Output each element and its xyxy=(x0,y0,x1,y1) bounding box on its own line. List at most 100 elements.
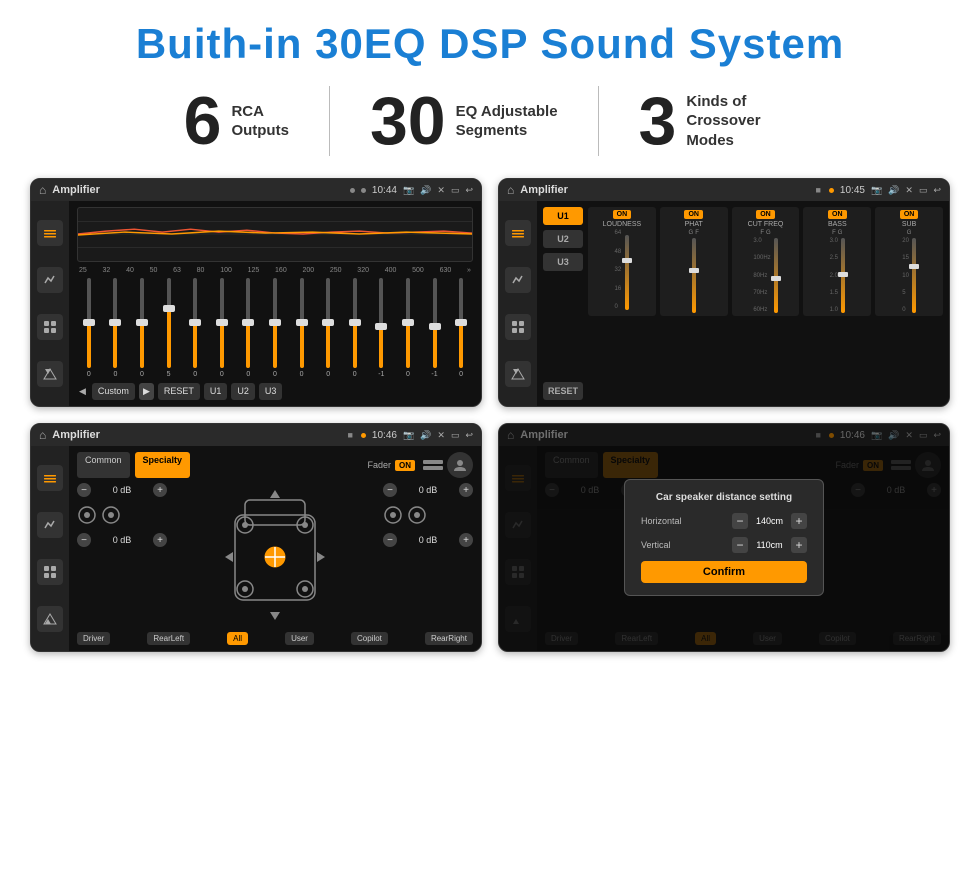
xo-on-sub[interactable]: ON xyxy=(900,210,919,219)
stat-crossover: 3 Kinds of Crossover Modes xyxy=(599,87,837,155)
fader-on-badge[interactable]: ON xyxy=(395,460,415,471)
eq-slider-9[interactable]: 0 xyxy=(316,278,340,378)
eq-slider-6[interactable]: 0 xyxy=(237,278,261,378)
fader-minus-1[interactable]: − xyxy=(77,483,91,497)
dialog-horizontal-value: 140cm xyxy=(752,516,787,526)
xo-on-phat[interactable]: ON xyxy=(684,210,703,219)
fader-tab-common[interactable]: Common xyxy=(77,452,130,478)
xo-reset-btn[interactable]: RESET xyxy=(543,382,583,400)
xo-slider-loudness[interactable] xyxy=(625,235,629,310)
xo-slider-sub[interactable] xyxy=(912,238,916,313)
eq-sidebar-btn-2[interactable] xyxy=(37,267,63,293)
eq-u3-btn[interactable]: U3 xyxy=(259,383,283,400)
eq-slider-7[interactable]: 0 xyxy=(263,278,287,378)
xo-sidebar-btn-4[interactable] xyxy=(505,361,531,387)
eq-slider-11[interactable]: -1 xyxy=(370,278,394,378)
eq-status-bar: ⌂ Amplifier 10:44 📷 🔊 ✕ ▭ ↩ xyxy=(31,179,481,201)
eq-slider-2[interactable]: 0 xyxy=(130,278,154,378)
dialog-vertical-row: Vertical − 110cm + xyxy=(641,537,807,553)
eq-reset-btn[interactable]: RESET xyxy=(158,383,200,400)
eq-app-name: Amplifier xyxy=(52,184,344,196)
dialog-horizontal-plus[interactable]: + xyxy=(791,513,807,529)
eq-cam-icon: 📷 xyxy=(403,185,414,196)
stats-row: 6 RCA Outputs 30 EQ Adjustable Segments … xyxy=(30,86,950,156)
eq-slider-3[interactable]: 5 xyxy=(157,278,181,378)
fader-val-1: 0 dB xyxy=(94,485,150,495)
xo-label-sub: SUB xyxy=(902,221,916,228)
eq-sidebar-btn-3[interactable] xyxy=(37,314,63,340)
fader-val-4: 0 dB xyxy=(400,535,456,545)
xo-u3-btn[interactable]: U3 xyxy=(543,253,583,271)
eq-sidebar-btn-1[interactable] xyxy=(37,220,63,246)
fader-user-btn[interactable]: User xyxy=(285,632,314,645)
fader-minus-2[interactable]: − xyxy=(77,533,91,547)
xo-sidebar-btn-2[interactable] xyxy=(505,267,531,293)
fader-plus-3[interactable]: + xyxy=(459,483,473,497)
fader-sidebar-btn-3[interactable] xyxy=(37,559,63,585)
dialog-horizontal-minus[interactable]: − xyxy=(732,513,748,529)
eq-slider-8[interactable]: 0 xyxy=(290,278,314,378)
eq-content: 25 32 40 50 63 80 100 125 160 200 250 32… xyxy=(31,201,481,406)
car-diagram-area xyxy=(175,483,375,627)
xo-on-loudness[interactable]: ON xyxy=(613,210,632,219)
confirm-button[interactable]: Confirm xyxy=(641,561,807,583)
fader-sidebar-btn-1[interactable] xyxy=(37,465,63,491)
eq-slider-4[interactable]: 0 xyxy=(183,278,207,378)
fader-all-btn[interactable]: All xyxy=(227,632,248,645)
eq-custom-btn[interactable]: Custom xyxy=(92,383,135,400)
dialog-horizontal-label: Horizontal xyxy=(641,516,701,526)
fader-speaker-icon xyxy=(77,505,97,525)
xo-sidebar-btn-3[interactable] xyxy=(505,314,531,340)
xo-on-cutfreq[interactable]: ON xyxy=(756,210,775,219)
eq-win-icon: ▭ xyxy=(451,185,460,196)
xo-u2-btn[interactable]: U2 xyxy=(543,230,583,248)
xo-slider-bass[interactable] xyxy=(841,238,845,313)
fader-minus-3[interactable]: − xyxy=(383,483,397,497)
dialog-overlay: Car speaker distance setting Horizontal … xyxy=(499,424,949,651)
eq-u1-btn[interactable]: U1 xyxy=(204,383,228,400)
xo-dot xyxy=(829,188,834,193)
stat-desc-crossover: Kinds of Crossover Modes xyxy=(686,92,796,151)
xo-sidebar-btn-1[interactable] xyxy=(505,220,531,246)
eq-slider-12[interactable]: 0 xyxy=(396,278,420,378)
xo-slider-phat[interactable] xyxy=(692,238,696,313)
eq-back-icon: ↩ xyxy=(465,185,473,196)
xo-channel-sub: ON SUB G 20 15 10 xyxy=(875,207,943,316)
eq-slider-14[interactable]: 0 xyxy=(449,278,473,378)
eq-sidebar-btn-4[interactable] xyxy=(37,361,63,387)
dialog-vertical-label: Vertical xyxy=(641,540,701,550)
dialog-vertical-plus[interactable]: + xyxy=(791,537,807,553)
fader-x-icon: ✕ xyxy=(437,430,445,441)
fader-plus-2[interactable]: + xyxy=(153,533,167,547)
crossover-screen-card: ⌂ Amplifier ■ 10:45 📷 🔊 ✕ ▭ ↩ xyxy=(498,178,950,407)
fader-copilot-btn[interactable]: Copilot xyxy=(351,632,388,645)
dialog-title: Car speaker distance setting xyxy=(641,492,807,503)
fader-rearright-btn[interactable]: RearRight xyxy=(425,632,473,645)
fader-plus-1[interactable]: + xyxy=(153,483,167,497)
fader-profile-icon[interactable] xyxy=(447,452,473,478)
fader-tab-specialty[interactable]: Specialty xyxy=(135,452,191,478)
eq-prev-btn[interactable]: ◀ xyxy=(77,383,88,400)
dialog-vertical-minus[interactable]: − xyxy=(732,537,748,553)
xo-on-bass[interactable]: ON xyxy=(828,210,847,219)
dialog-vertical-control: − 110cm + xyxy=(732,537,807,553)
eq-slider-0[interactable]: 0 xyxy=(77,278,101,378)
xo-slider-cutfreq[interactable] xyxy=(774,238,778,313)
eq-play-btn[interactable]: ▶ xyxy=(139,383,154,400)
eq-slider-1[interactable]: 0 xyxy=(104,278,128,378)
xo-vol-icon: 🔊 xyxy=(888,185,899,196)
fader-minus-4[interactable]: − xyxy=(383,533,397,547)
fader-driver-btn[interactable]: Driver xyxy=(77,632,110,645)
eq-u2-btn[interactable]: U2 xyxy=(231,383,255,400)
eq-slider-10[interactable]: 0 xyxy=(343,278,367,378)
fader-main-area: Common Specialty Fader ON xyxy=(69,446,481,651)
eq-slider-13[interactable]: -1 xyxy=(423,278,447,378)
fader-sidebar-btn-4[interactable] xyxy=(37,606,63,632)
xo-u1-btn[interactable]: U1 xyxy=(543,207,583,225)
fader-plus-4[interactable]: + xyxy=(459,533,473,547)
fader-sidebar-btn-2[interactable] xyxy=(37,512,63,538)
eq-x-icon: ✕ xyxy=(437,185,445,196)
eq-slider-5[interactable]: 0 xyxy=(210,278,234,378)
fader-rearleft-btn[interactable]: RearLeft xyxy=(147,632,190,645)
home-icon: ⌂ xyxy=(39,183,46,197)
